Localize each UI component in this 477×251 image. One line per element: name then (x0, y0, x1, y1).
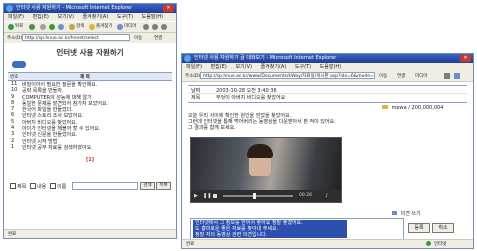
comment-icon (392, 211, 397, 215)
go-button[interactable]: 이동 (379, 73, 387, 79)
address-label: 주소(D) (7, 36, 23, 41)
browser-window-post: 인터넷 사용 자원하기 글 대화보기 - Microsoft Internet … (181, 53, 474, 249)
status-bar: 완료 인터넷 (182, 239, 473, 248)
author-info: mewa / 200,000,004 (382, 105, 443, 111)
media-icon[interactable] (117, 24, 123, 30)
stop-icon[interactable] (213, 194, 217, 198)
print-icon[interactable] (444, 73, 450, 79)
video-hair (247, 144, 273, 158)
menu-help[interactable]: 도움말(H) (320, 64, 341, 70)
menu-bar: 파일(F) 편집(E) 보기(V) 즐겨찾기(A) 도구(T) 도움말(H) (182, 63, 473, 71)
window-title: 인터넷 사용 자원하기 - Microsoft Internet Explore… (16, 5, 133, 11)
search-label[interactable]: 검색 (76, 24, 84, 30)
post-content: 날짜 2003-10-28 오전 3:40:36 제목 무엇이 아버지 비디오를… (182, 82, 473, 240)
print-icon[interactable] (161, 24, 167, 30)
post-list: 11 비밀이어이 필요한 질문을 확인해요. 10 공략 목록을 만들자. 9 COM… (8, 81, 172, 151)
media-player: ▶ ❚❚ 00:26 ♪ (190, 137, 342, 203)
links-button[interactable]: 연결 (154, 35, 162, 41)
title-bar[interactable]: 인터넷 사용 자원하기 - Microsoft Internet Explore… (4, 4, 176, 13)
play-icon[interactable]: ▶ (194, 193, 198, 199)
status-bar: 완료 (4, 229, 176, 238)
header-number: 번호 (10, 75, 19, 80)
forward-icon[interactable] (29, 24, 35, 30)
list-header: 번호 제 목 (8, 72, 172, 81)
menu-tools[interactable]: 도구(T) (295, 64, 311, 70)
media-button[interactable]: 미디어 (415, 73, 427, 79)
browser-window-list: 인터넷 사용 자원하기 - Microsoft Internet Explore… (3, 3, 177, 239)
player-controls: ▶ ❚❚ 00:26 ♪ (191, 190, 341, 202)
history-icon[interactable] (143, 24, 149, 30)
ie-logo-icon (184, 55, 191, 62)
checkbox-title[interactable] (10, 183, 16, 189)
video-frame[interactable] (191, 138, 341, 190)
address-bar: 주소(D) http://sp.hnue.ac.kr/www/Documents… (182, 71, 473, 82)
back-label[interactable]: 뒤로 (15, 24, 23, 30)
page-title: 인터넷 사용 자원하기 (56, 48, 124, 57)
list-button[interactable]: 목록 (156, 182, 171, 190)
menu-favorites[interactable]: 즐겨찾기(A) (261, 64, 287, 70)
menu-view[interactable]: 보기(V) (235, 64, 252, 70)
menu-bar: 파일(F) 편집(E) 보기(V) 즐겨찾기(A) 도구(T) 도움말(H) (4, 13, 176, 21)
refresh-icon[interactable] (49, 24, 55, 30)
menu-favorites[interactable]: 즐겨찾기(A) (83, 14, 109, 20)
window-title: 인터넷 사용 자원하기 글 대화보기 - Microsoft Internet … (194, 55, 337, 61)
cancel-button[interactable]: 취소 (432, 223, 454, 233)
board-logo-icon (12, 61, 26, 68)
post-body: 오늘 우리 사이에 확인한 원인을 얻었을 찾았어요. 그런데 인터넷을 통해 … (188, 113, 336, 131)
checkbox-content[interactable] (30, 183, 36, 189)
menu-edit[interactable]: 편집(E) (33, 14, 49, 20)
pagination[interactable]: [1] (4, 157, 176, 163)
close-button[interactable]: ✕ (460, 55, 471, 62)
favorites-label[interactable]: 즐겨찾기 (96, 24, 113, 30)
volume-icon[interactable]: ♪ (325, 193, 328, 199)
comment-selection: 인터넷에서 그 정보를 얻어서 좋아요 정말 좋겠어요. 도 흥미로운 좋은 자… (193, 220, 347, 238)
menu-file[interactable]: 파일(F) (186, 64, 202, 70)
post-info: 날짜 2003-10-28 오전 3:40:36 제목 무엇이 아버지 비디오를… (188, 85, 467, 103)
close-button[interactable]: ✕ (163, 5, 174, 12)
menu-view[interactable]: 보기(V) (57, 14, 74, 20)
search-icon[interactable] (69, 24, 75, 30)
seek-handle[interactable] (253, 193, 256, 199)
player-time: 00:26 (299, 193, 312, 198)
seek-bar[interactable] (223, 195, 293, 197)
favorites-icon[interactable] (89, 24, 95, 30)
search-button[interactable]: 검색 (140, 182, 155, 190)
internet-zone-icon (426, 241, 431, 246)
search-form: 제목 내용 이름 검색 목록 (10, 181, 172, 190)
menu-edit[interactable]: 편집(E) (211, 64, 227, 70)
back-icon[interactable] (8, 24, 14, 30)
toolbar: 뒤로 검색 즐겨찾기 미디어 (4, 21, 176, 33)
links-button[interactable]: 연결 (397, 73, 405, 79)
address-input[interactable]: http://sp.hnue.ac.kr/hnnet/select (22, 34, 130, 41)
author-icon (382, 105, 388, 109)
pause-icon[interactable]: ❚❚ (203, 193, 211, 199)
media-label[interactable]: 미디어 (124, 24, 136, 30)
stop-icon[interactable] (40, 24, 46, 30)
address-input[interactable]: http://sp.hnue.ac.kr/www/Documents/kWay/… (200, 72, 375, 79)
menu-tools[interactable]: 도구(T) (117, 14, 133, 20)
menu-help[interactable]: 도움말(H) (142, 14, 163, 20)
list-item[interactable]: 1 인터넷 공부 자료를 검색하였어요. (8, 144, 172, 151)
checkbox-name[interactable] (50, 183, 56, 189)
address-label: 주소(D) (185, 74, 201, 79)
ie-logo-icon (6, 5, 13, 12)
menu-file[interactable]: 파일(F) (8, 14, 24, 20)
home-icon[interactable] (58, 24, 64, 30)
register-button[interactable]: 등록 (408, 223, 430, 233)
go-button[interactable]: 이동 (134, 35, 142, 41)
page-content: 인터넷 사용 자원하기 번호 제 목 11 비밀이어이 필요한 질문을 확인해요.… (4, 43, 176, 229)
comment-label: 의견 쓰기 (392, 210, 421, 217)
title-bar[interactable]: 인터넷 사용 자원하기 글 대화보기 - Microsoft Internet … (182, 54, 473, 63)
header-title: 제 목 (80, 75, 90, 80)
search-input[interactable] (72, 182, 138, 190)
comment-box[interactable]: 인터넷에서 그 정보를 얻어서 좋아요 정말 좋겠어요. 도 흥미로운 좋은 자… (190, 218, 404, 240)
edit-icon[interactable] (454, 73, 460, 79)
mail-icon[interactable] (152, 24, 158, 30)
